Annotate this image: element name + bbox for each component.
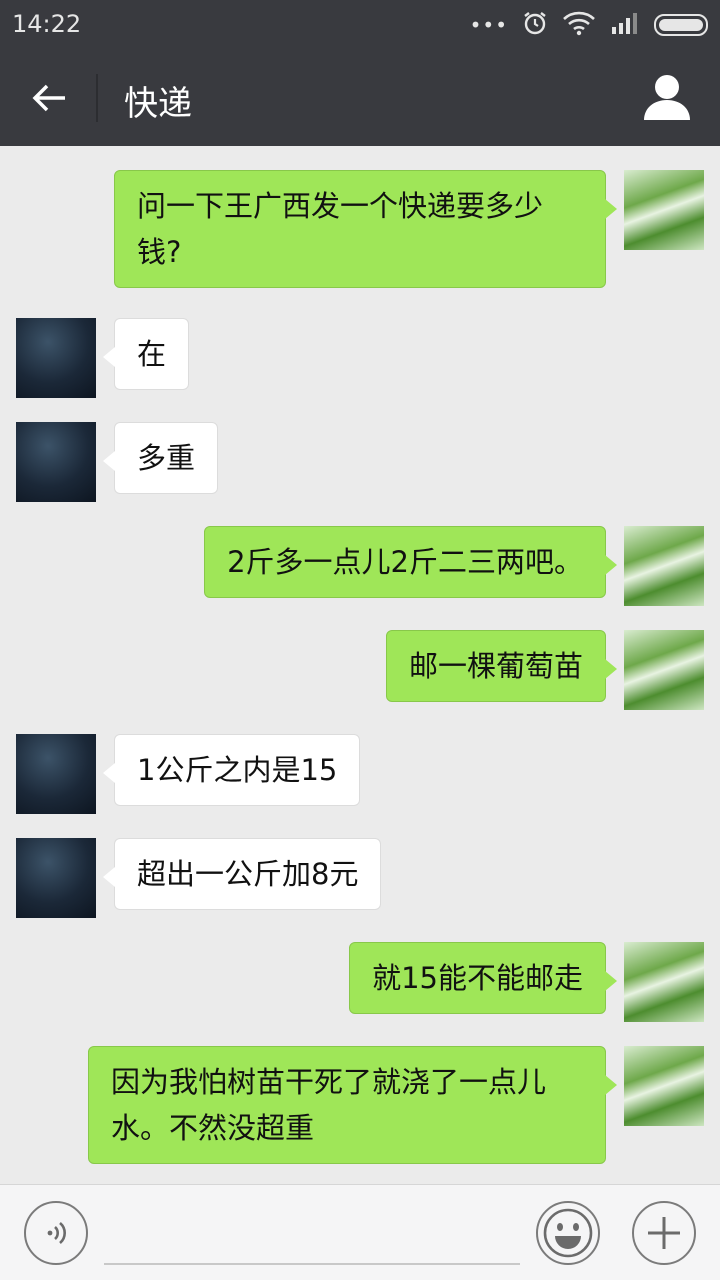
message-bubble-received[interactable]: 超出一公斤加8元: [102, 838, 382, 910]
emoji-icon: [543, 1208, 593, 1258]
more-dots-icon: •••: [469, 13, 508, 37]
contact-avatar[interactable]: [16, 318, 96, 398]
message-bubble-received[interactable]: 在: [102, 318, 190, 390]
alarm-icon: [522, 10, 548, 40]
my-avatar[interactable]: [624, 630, 704, 710]
person-icon: [644, 75, 690, 120]
chat-title: 快递: [124, 84, 192, 124]
message-bubble-sent[interactable]: 邮一棵葡萄苗: [385, 630, 618, 702]
status-bar: 14:22 •••: [0, 0, 720, 50]
contact-avatar[interactable]: [16, 838, 96, 918]
message-bubble-sent[interactable]: 问一下王广西发一个快递要多少钱?: [114, 170, 617, 288]
my-avatar[interactable]: [624, 526, 704, 606]
my-avatar[interactable]: [624, 942, 704, 1022]
my-avatar[interactable]: [624, 1046, 704, 1126]
plus-icon: [648, 1217, 680, 1249]
message-bubble-received[interactable]: 1公斤之内是15: [102, 734, 361, 806]
profile-button[interactable]: [642, 72, 692, 122]
arrow-left-icon: [32, 84, 65, 112]
signal-icon: [610, 11, 640, 39]
message-input[interactable]: [104, 1205, 520, 1265]
status-icons: •••: [470, 10, 708, 40]
wifi-icon: [562, 10, 596, 40]
voice-icon: [47, 1222, 66, 1244]
emoji-button[interactable]: [536, 1201, 600, 1265]
header-divider: [96, 74, 98, 122]
message-bubble-sent[interactable]: 2斤多一点儿2斤二三两吧。: [204, 526, 617, 598]
back-button[interactable]: [24, 74, 74, 122]
message-bubble-received[interactable]: 多重: [102, 422, 219, 494]
message-bubble-sent[interactable]: 因为我怕树苗干死了就浇了一点儿水。不然没超重: [88, 1046, 617, 1164]
my-avatar[interactable]: [624, 170, 704, 250]
input-bar: [0, 1184, 720, 1280]
message-bubble-sent[interactable]: 就15能不能邮走: [349, 942, 617, 1014]
more-button[interactable]: [632, 1201, 696, 1265]
contact-avatar[interactable]: [16, 422, 96, 502]
status-time: 14:22: [12, 10, 82, 38]
chat-header: 快递: [0, 50, 720, 146]
voice-button[interactable]: [24, 1201, 88, 1265]
battery-icon: [654, 14, 708, 36]
message-list[interactable]: 问一下王广西发一个快递要多少钱? 在 多重 2斤多一点儿2斤二三两吧。 邮一棵葡…: [0, 146, 720, 1184]
contact-avatar[interactable]: [16, 734, 96, 814]
